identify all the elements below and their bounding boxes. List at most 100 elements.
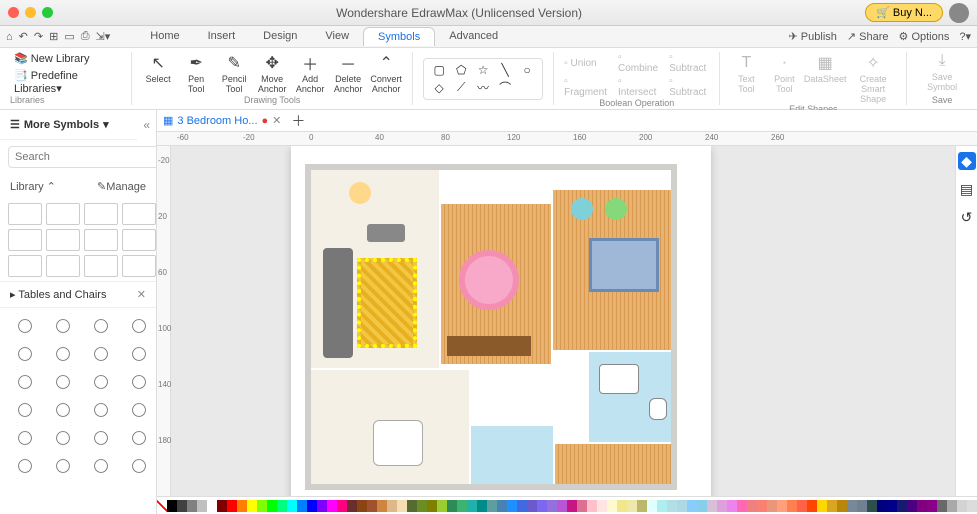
color-swatch[interactable] — [217, 500, 227, 512]
table-chair-shape[interactable] — [122, 454, 156, 478]
color-swatch[interactable] — [537, 500, 547, 512]
shape-primitive[interactable]: ☆ — [474, 63, 492, 77]
color-swatch[interactable] — [447, 500, 457, 512]
table-chair-shape[interactable] — [122, 398, 156, 422]
color-swatch[interactable] — [557, 500, 567, 512]
table-chair-shape[interactable] — [46, 342, 80, 366]
color-swatch[interactable] — [767, 500, 777, 512]
color-swatch[interactable] — [757, 500, 767, 512]
color-swatch[interactable] — [967, 500, 977, 512]
color-swatch[interactable] — [817, 500, 827, 512]
color-swatch[interactable] — [857, 500, 867, 512]
library-shape[interactable] — [46, 229, 80, 251]
table-chair-shape[interactable] — [8, 342, 42, 366]
color-swatch[interactable] — [647, 500, 657, 512]
color-swatch[interactable] — [567, 500, 577, 512]
table-chair-shape[interactable] — [46, 314, 80, 338]
shape-primitive[interactable]: ○ — [518, 63, 536, 77]
open-icon[interactable]: ▭ — [64, 30, 74, 43]
table-chair-shape[interactable] — [122, 314, 156, 338]
save-icon[interactable]: ⎙ — [81, 30, 90, 43]
shape-primitive[interactable]: ╲ — [496, 63, 514, 77]
color-swatch[interactable] — [237, 500, 247, 512]
color-swatch[interactable] — [357, 500, 367, 512]
color-swatch[interactable] — [307, 500, 317, 512]
color-swatch[interactable] — [727, 500, 737, 512]
color-swatch[interactable] — [787, 500, 797, 512]
color-swatch[interactable] — [807, 500, 817, 512]
table-chair-shape[interactable] — [46, 398, 80, 422]
table-chair-shape[interactable] — [8, 426, 42, 450]
color-swatch[interactable] — [907, 500, 917, 512]
new-library-button[interactable]: 📚 New Library — [14, 52, 121, 65]
color-swatch[interactable] — [457, 500, 467, 512]
page-setup-icon[interactable]: ▤ — [958, 180, 976, 198]
color-swatch[interactable] — [697, 500, 707, 512]
color-swatch[interactable] — [367, 500, 377, 512]
shape-primitive[interactable]: 〰 — [474, 81, 492, 95]
color-swatch[interactable] — [167, 500, 177, 512]
new-tab-button[interactable]: ＋ — [291, 111, 305, 131]
table-chair-shape[interactable] — [84, 314, 118, 338]
history-icon[interactable]: ↺ — [958, 208, 976, 226]
tab-home[interactable]: Home — [136, 27, 193, 46]
color-swatch[interactable] — [417, 500, 427, 512]
color-swatch[interactable] — [677, 500, 687, 512]
help-icon[interactable]: ?▾ — [959, 30, 971, 43]
color-swatch[interactable] — [597, 500, 607, 512]
color-swatch[interactable] — [387, 500, 397, 512]
shape-primitive[interactable]: ◇ — [430, 81, 448, 95]
share-button[interactable]: ↗ Share — [847, 30, 889, 43]
color-swatch[interactable] — [827, 500, 837, 512]
color-swatch[interactable] — [607, 500, 617, 512]
color-swatch[interactable] — [887, 500, 897, 512]
edit-create-smart-shape[interactable]: ✧CreateSmart Shape — [850, 54, 896, 104]
color-swatch[interactable] — [187, 500, 197, 512]
close-category-icon[interactable]: ✕ — [137, 288, 146, 301]
tool-pencil-tool[interactable]: ✎PencilTool — [218, 54, 250, 94]
redo-icon[interactable]: ↷ — [34, 30, 43, 43]
table-chair-shape[interactable] — [46, 454, 80, 478]
color-swatch[interactable] — [547, 500, 557, 512]
color-swatch[interactable] — [577, 500, 587, 512]
save-symbol-button[interactable]: ⤓ Save Symbol — [917, 52, 967, 92]
table-chair-shape[interactable] — [8, 370, 42, 394]
table-chair-shape[interactable] — [84, 370, 118, 394]
table-chair-shape[interactable] — [8, 454, 42, 478]
library-shape[interactable] — [8, 255, 42, 277]
library-shape[interactable] — [8, 229, 42, 251]
table-chair-shape[interactable] — [122, 426, 156, 450]
color-swatch[interactable] — [257, 500, 267, 512]
color-swatch[interactable] — [377, 500, 387, 512]
library-shape[interactable] — [84, 255, 118, 277]
color-swatch[interactable] — [347, 500, 357, 512]
library-shape[interactable] — [122, 203, 156, 225]
color-swatch[interactable] — [287, 500, 297, 512]
publish-button[interactable]: ✈ Publish — [789, 30, 837, 43]
color-swatch[interactable] — [427, 500, 437, 512]
table-chair-shape[interactable] — [122, 370, 156, 394]
color-swatch[interactable] — [777, 500, 787, 512]
tab-design[interactable]: Design — [249, 27, 311, 46]
color-swatch[interactable] — [297, 500, 307, 512]
close-tab-icon[interactable]: ✕ — [272, 114, 281, 127]
table-chair-shape[interactable] — [8, 398, 42, 422]
color-swatch[interactable] — [747, 500, 757, 512]
color-swatch[interactable] — [927, 500, 937, 512]
color-swatch[interactable] — [947, 500, 957, 512]
buy-now-button[interactable]: 🛒 Buy N... — [865, 3, 943, 22]
tool-delete-anchor[interactable]: －DeleteAnchor — [332, 54, 364, 94]
color-swatch[interactable] — [587, 500, 597, 512]
tool-move-anchor[interactable]: ✥MoveAnchor — [256, 54, 288, 94]
user-avatar[interactable] — [949, 3, 969, 23]
color-swatch[interactable] — [737, 500, 747, 512]
library-shape[interactable] — [84, 229, 118, 251]
table-chair-shape[interactable] — [84, 454, 118, 478]
color-swatch[interactable] — [247, 500, 257, 512]
color-swatch[interactable] — [477, 500, 487, 512]
color-swatch[interactable] — [327, 500, 337, 512]
no-color-swatch[interactable] — [157, 500, 167, 512]
tab-advanced[interactable]: Advanced — [435, 27, 512, 46]
color-swatch[interactable] — [437, 500, 447, 512]
table-chair-shape[interactable] — [122, 342, 156, 366]
